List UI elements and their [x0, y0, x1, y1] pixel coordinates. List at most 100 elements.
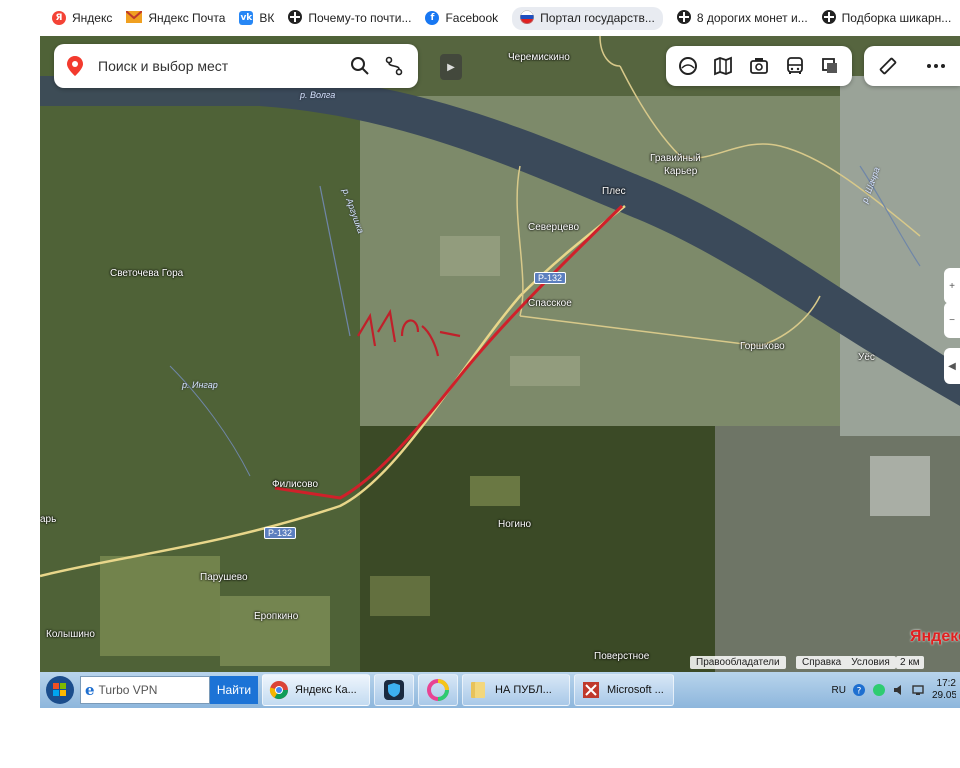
layer-transport-button[interactable]	[780, 51, 810, 81]
bookmark-label: Яндекс	[72, 11, 113, 25]
circle-layer-icon	[678, 57, 697, 75]
yandex-icon: Я	[52, 11, 66, 25]
bookmark-item[interactable]: 8 дорогих монет и...	[676, 9, 808, 27]
windows-taskbar: e Turbo VPN Найти Яндекс Ка... НА ПУБЛ..…	[40, 672, 960, 708]
bookmark-vk[interactable]: vk ВК	[239, 11, 274, 25]
terms-links: Справка Условия	[796, 656, 896, 669]
route-button[interactable]	[380, 52, 408, 80]
system-tray: RU ? 17:2 29.05.2	[832, 673, 960, 707]
bookmark-yandex[interactable]: Я Яндекс	[52, 11, 112, 25]
place-label: Плес	[602, 186, 626, 197]
vk-icon: vk	[239, 11, 254, 25]
tools-toolbar	[864, 46, 960, 86]
clock[interactable]: 17:2 29.05.2	[932, 678, 956, 702]
place-label: Парушево	[200, 572, 248, 583]
locate-button[interactable]: ◀	[944, 348, 960, 384]
ruler-button[interactable]	[873, 51, 903, 81]
task-label: НА ПУБЛ...	[495, 684, 552, 696]
play-icon[interactable]: ▶	[440, 54, 462, 80]
place-label: Гравийный	[650, 153, 701, 164]
place-label: Северцево	[528, 222, 580, 233]
layer-panorama-button[interactable]	[744, 51, 774, 81]
map-pin-icon	[67, 56, 83, 76]
windows-logo-icon	[46, 676, 74, 704]
task-vpn[interactable]	[374, 674, 414, 706]
bookmark-label: Facebook	[445, 11, 499, 25]
help-icon[interactable]: ?	[852, 683, 866, 697]
layers-toolbar	[666, 46, 852, 86]
screen: Я Яндекс Яндекс Почта vk ВК Почему-то по…	[0, 0, 960, 768]
bookmark-item[interactable]: Почему-то почти...	[288, 9, 412, 27]
camera-icon	[750, 58, 768, 74]
volume-icon[interactable]	[892, 683, 906, 697]
language-indicator[interactable]: RU	[832, 685, 846, 696]
layer-map-button[interactable]	[708, 51, 738, 81]
clock-time: 17:2	[936, 678, 956, 689]
bookmark-label: Почему-то почти...	[308, 11, 412, 25]
antivirus-icon[interactable]	[872, 683, 886, 697]
bookmark-facebook[interactable]: f Facebook	[425, 11, 498, 25]
satellite-map[interactable]: Черемискино Гравийный Карьер Плес Северц…	[40, 36, 960, 672]
bookmark-label: 8 дорогих монет и...	[696, 11, 808, 25]
task-label: Microsoft ...	[607, 684, 664, 696]
place-label: Поверстное	[594, 651, 650, 662]
zoom-out-button[interactable]: −	[944, 302, 960, 338]
bookmark-gosuslugi[interactable]: Портал государств...	[512, 6, 663, 30]
network-icon[interactable]	[912, 683, 926, 697]
layer-scheme-button[interactable]	[673, 51, 703, 81]
terms-link[interactable]: Условия	[851, 657, 890, 668]
ruler-icon	[879, 57, 897, 75]
task-office[interactable]: Microsoft ...	[574, 674, 674, 706]
shield-icon	[384, 680, 404, 700]
mail-icon	[125, 9, 144, 26]
bookmark-label: Яндекс Почта	[148, 11, 226, 25]
search-input[interactable]: Поиск и выбор мест	[98, 58, 340, 74]
more-dots-icon	[927, 64, 945, 68]
color-ring-icon	[427, 679, 449, 701]
search-button[interactable]	[346, 52, 374, 80]
bookmarks-bar: Я Яндекс Яндекс Почта vk ВК Почему-то по…	[0, 0, 960, 36]
place-label: Горшково	[740, 341, 785, 352]
globe-icon	[288, 9, 303, 27]
bus-icon	[786, 57, 803, 74]
ie-icon: e	[85, 681, 95, 699]
svg-text:?: ?	[857, 687, 862, 697]
chrome-icon	[269, 681, 288, 700]
place-label: Светочева Гора	[110, 268, 184, 279]
facebook-icon: f	[425, 11, 440, 25]
place-label: Черемискино	[508, 52, 570, 63]
help-link[interactable]: Справка	[802, 657, 841, 668]
bookmark-label: Подборка шикарн...	[841, 11, 952, 25]
zoom-in-button[interactable]: +	[944, 268, 960, 304]
search-box[interactable]: Поиск и выбор мест	[54, 44, 418, 88]
flag-icon	[520, 9, 535, 27]
task-chrome[interactable]: Яндекс Ка...	[262, 674, 370, 706]
place-label: Колышино	[46, 629, 95, 640]
place-label: Еропкино	[254, 611, 299, 622]
globe-icon	[821, 9, 836, 27]
clock-date: 29.05.2	[932, 690, 956, 701]
copyright-link[interactable]: Правообладатели	[690, 656, 786, 669]
bookmark-label: Портал государств...	[540, 11, 655, 25]
start-button[interactable]	[40, 673, 80, 707]
river-label: р. Ингар	[182, 380, 218, 390]
more-button[interactable]	[921, 51, 951, 81]
map-book-icon	[714, 56, 733, 76]
task-app[interactable]	[418, 674, 458, 706]
taskbar-search-input[interactable]: e Turbo VPN	[80, 676, 210, 704]
road-badge: Р-132	[264, 527, 297, 539]
bookmark-yandex-mail[interactable]: Яндекс Почта	[125, 9, 226, 26]
layer-overlay-button[interactable]	[815, 51, 845, 81]
place-label: арь	[40, 514, 57, 525]
place-label: Филисово	[272, 479, 319, 490]
folder-icon	[471, 682, 485, 698]
place-label: Карьер	[664, 166, 698, 177]
task-folder[interactable]: НА ПУБЛ...	[462, 674, 570, 706]
road-badge: Р-132	[534, 272, 567, 284]
taskbar-find-button[interactable]: Найти	[210, 676, 258, 704]
bookmark-item[interactable]: Подборка шикарн...	[821, 9, 952, 27]
place-label: Уёс	[858, 352, 875, 363]
place-label: Ногино	[498, 519, 532, 530]
yandex-logo: Яндекс	[910, 628, 960, 645]
scale-bar: 2 км	[896, 656, 924, 669]
